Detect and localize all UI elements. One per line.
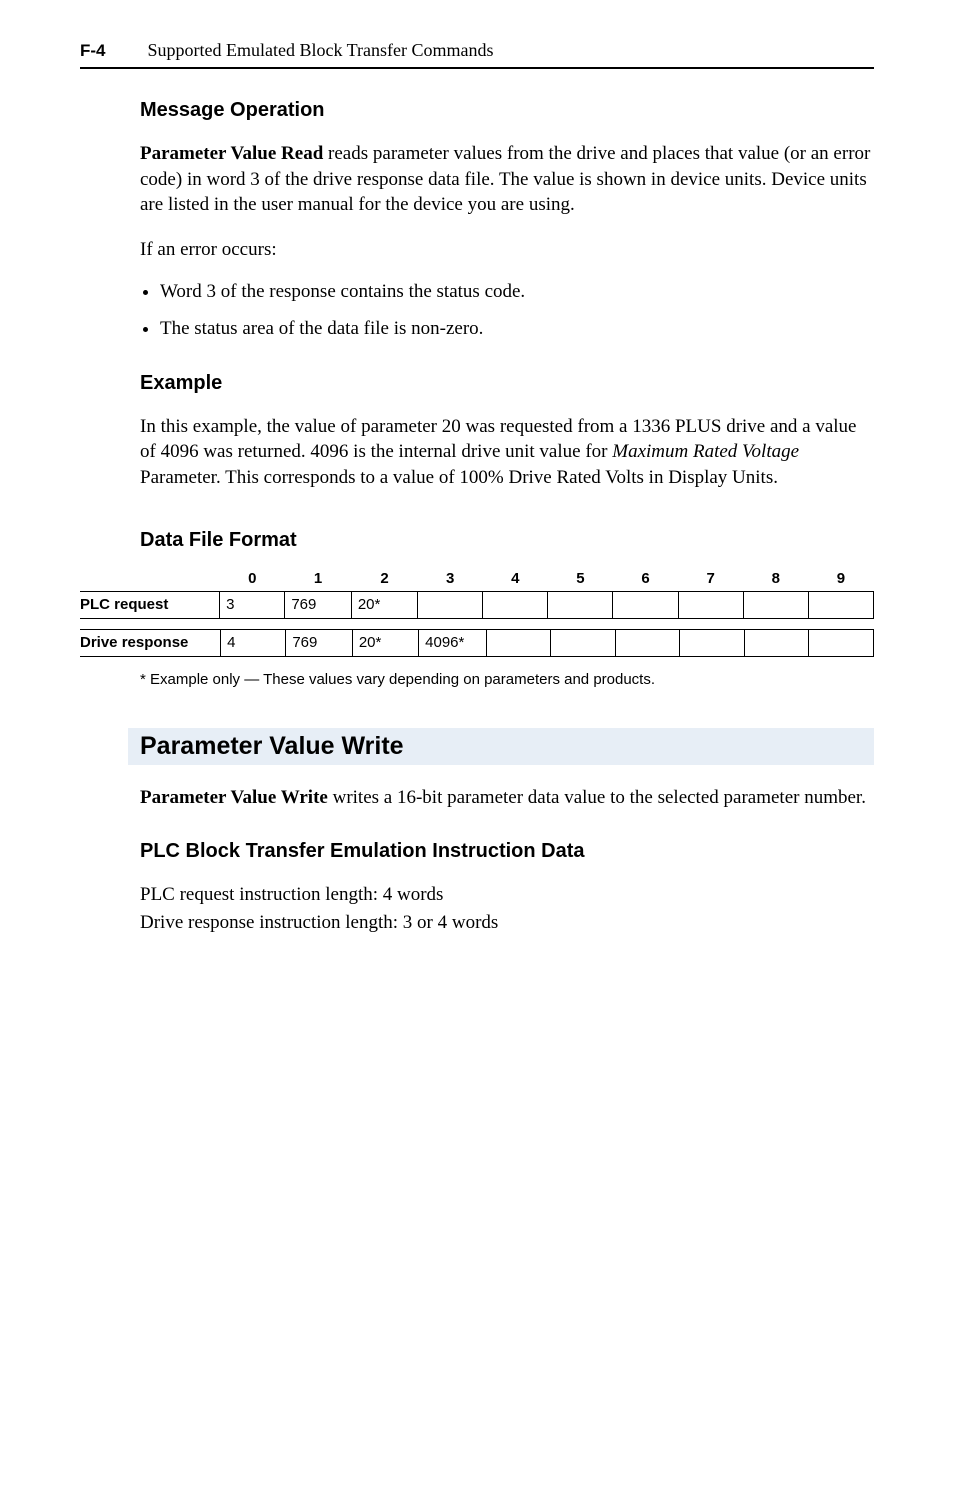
table-header-row: 0 1 2 3 4 5 6 7 8 9	[80, 566, 874, 592]
table-row: PLC request 3 769 20*	[80, 591, 874, 618]
data-file-table-request: 0 1 2 3 4 5 6 7 8 9 PLC request 3 769 20…	[80, 566, 874, 619]
table-cell	[743, 591, 808, 618]
header-title: Supported Emulated Block Transfer Comman…	[148, 40, 494, 61]
line-drive-response-length: Drive response instruction length: 3 or …	[140, 910, 874, 936]
table-cell	[551, 629, 616, 656]
para-parameter-value-write: Parameter Value Write writes a 16-bit pa…	[140, 785, 874, 811]
table-cell	[486, 629, 551, 656]
col-header: 1	[285, 566, 352, 592]
para-example-b: Parameter. This corresponds to a value o…	[140, 467, 778, 488]
table-footnote: * Example only — These values vary depen…	[140, 671, 874, 688]
heading-example: Example	[140, 372, 874, 395]
table-cell: 3	[220, 591, 285, 618]
table-cell: 4096*	[419, 629, 487, 656]
table-cell	[744, 629, 809, 656]
term-parameter-value-write: Parameter Value Write	[140, 787, 328, 808]
table-cell	[548, 591, 613, 618]
table-cell: 769	[285, 591, 352, 618]
bullet-item: The status area of the data file is non-…	[160, 316, 874, 342]
table-row: Drive response 4 769 20* 4096*	[80, 629, 874, 656]
col-header: 7	[678, 566, 743, 592]
col-header: 9	[808, 566, 873, 592]
row-label: PLC request	[80, 591, 220, 618]
error-bullet-list: Word 3 of the response contains the stat…	[140, 279, 874, 342]
para-parameter-value-write-body: writes a 16-bit parameter data value to …	[328, 787, 866, 808]
para-message-operation: Parameter Value Read reads parameter val…	[140, 141, 874, 218]
table-cell	[613, 591, 678, 618]
section-band-parameter-value-write: Parameter Value Write	[128, 728, 874, 765]
table-cell	[808, 591, 873, 618]
page-header: F-4 Supported Emulated Block Transfer Co…	[80, 40, 874, 69]
table-cell	[615, 629, 680, 656]
table-cell	[680, 629, 745, 656]
table-cell	[809, 629, 874, 656]
table-cell: 20*	[352, 629, 418, 656]
col-header: 6	[613, 566, 678, 592]
table-cell: 20*	[351, 591, 417, 618]
col-header: 2	[351, 566, 417, 592]
table-cell: 4	[221, 629, 286, 656]
table-cell: 769	[286, 629, 353, 656]
table-cell	[678, 591, 743, 618]
term-parameter-value-read: Parameter Value Read	[140, 143, 323, 164]
col-header: 3	[418, 566, 483, 592]
para-example: In this example, the value of parameter …	[140, 414, 874, 491]
heading-data-file-format: Data File Format	[140, 529, 874, 552]
data-file-table-response: Drive response 4 769 20* 4096*	[80, 629, 874, 657]
col-header: 0	[220, 566, 285, 592]
col-header: 8	[743, 566, 808, 592]
row-label: Drive response	[80, 629, 221, 656]
bullet-item: Word 3 of the response contains the stat…	[160, 279, 874, 305]
page-number: F-4	[80, 41, 106, 61]
col-header: 4	[483, 566, 548, 592]
line-plc-request-length: PLC request instruction length: 4 words	[140, 882, 874, 908]
table-cell	[418, 591, 483, 618]
heading-message-operation: Message Operation	[140, 99, 874, 122]
heading-plc-block-transfer: PLC Block Transfer Emulation Instruction…	[140, 840, 874, 863]
table-cell	[483, 591, 548, 618]
para-example-italic: Maximum Rated Voltage	[612, 441, 799, 462]
para-if-error: If an error occurs:	[140, 237, 874, 263]
col-header: 5	[548, 566, 613, 592]
